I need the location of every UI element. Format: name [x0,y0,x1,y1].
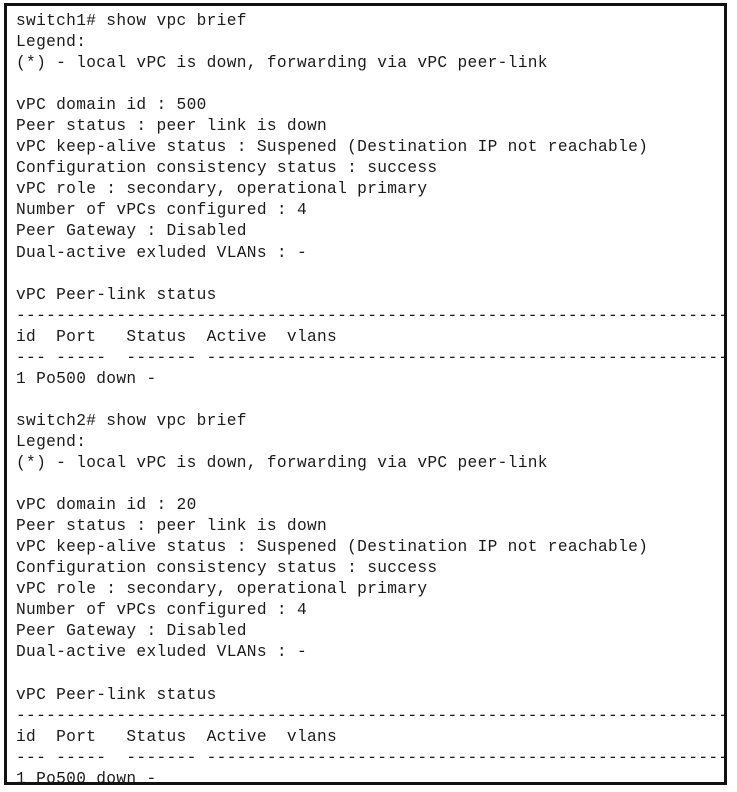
terminal-line: Peer status : peer link is down [16,517,328,536]
terminal-line: switch2# show vpc brief [16,411,247,430]
terminal-line: vPC role : secondary, operational primar… [16,180,428,199]
terminal-line: id Port Status Active vlans [16,327,338,346]
terminal-line: vPC Peer-link status [16,685,217,704]
terminal-line: vPC keep-alive status : Suspened (Destin… [16,138,649,157]
terminal-line: Configuration consistency status : succe… [16,159,438,178]
terminal-line: --- ----- ------- ----------------------… [16,748,727,767]
terminal-line: Dual-active exluded VLANs : - [16,643,307,662]
terminal-line: --- ----- ------- ----------------------… [16,348,727,367]
terminal-line: Number of vPCs configured : 4 [16,201,307,220]
terminal-line: 1 Po500 down - [16,769,157,785]
terminal-line: switch1# show vpc brief [16,12,247,30]
terminal-line: (*) - local vPC is down, forwarding via … [16,54,548,73]
terminal-window: switch1# show vpc brief Legend: (*) - loca… [4,3,727,785]
terminal-line: ----------------------------------------… [16,306,727,325]
terminal-line: vPC keep-alive status : Suspened (Destin… [16,538,649,557]
terminal-line: 1 Po500 down - [16,369,157,388]
terminal-line: Dual-active exluded VLANs : - [16,243,307,262]
terminal-line: id Port Status Active vlans [16,727,338,746]
terminal-line: Peer Gateway : Disabled [16,622,247,641]
terminal-line: Peer Gateway : Disabled [16,222,247,241]
terminal-line: Legend: [16,432,87,451]
terminal-line: vPC domain id : 500 [16,96,207,115]
terminal-line: Peer status : peer link is down [16,117,328,136]
terminal-line: ----------------------------------------… [16,706,727,725]
terminal-line: vPC domain id : 20 [16,496,197,515]
terminal-line: vPC role : secondary, operational primar… [16,580,428,599]
terminal-line: vPC Peer-link status [16,285,217,304]
terminal-line: (*) - local vPC is down, forwarding via … [16,453,548,472]
terminal-line: Number of vPCs configured : 4 [16,601,307,620]
terminal-line: Configuration consistency status : succe… [16,559,438,578]
terminal-output-text[interactable]: switch1# show vpc brief Legend: (*) - loca… [16,11,727,785]
terminal-line: Legend: [16,33,87,52]
